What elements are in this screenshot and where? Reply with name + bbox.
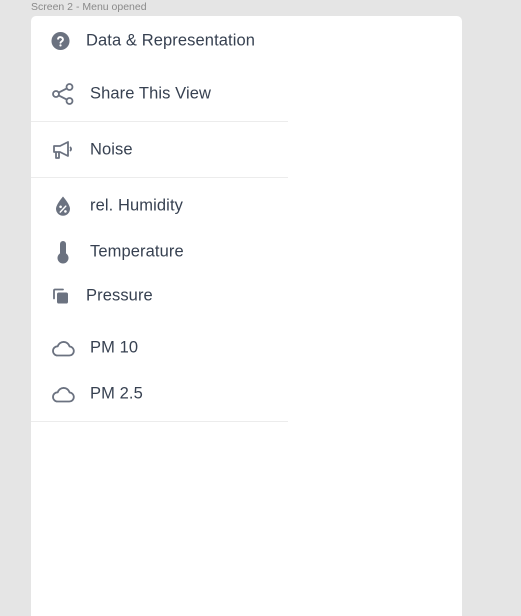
menu-item-share[interactable]: Share This View <box>31 76 288 112</box>
menu-item-label: PM 2.5 <box>90 384 143 403</box>
megaphone-icon <box>51 138 75 162</box>
menu-item-pm25[interactable]: PM 2.5 <box>31 376 288 412</box>
cloud-icon <box>51 338 75 358</box>
menu-divider <box>31 121 288 122</box>
menu-item-noise[interactable]: Noise <box>31 132 288 168</box>
menu-item-label: rel. Humidity <box>90 196 183 215</box>
menu-item-label: Noise <box>90 140 133 159</box>
frame-label: Screen 2 - Menu opened <box>31 1 147 13</box>
pressure-icon <box>52 288 69 305</box>
menu-item-data-representation[interactable]: Data & Representation <box>31 23 288 59</box>
menu-item-humidity[interactable]: rel. Humidity <box>31 188 288 224</box>
humidity-drop-icon <box>55 196 71 217</box>
menu-item-label: Share This View <box>90 84 212 103</box>
menu-item-label: Temperature <box>90 242 184 261</box>
cloud-icon <box>51 384 75 404</box>
menu-item-label: PM 10 <box>90 338 139 357</box>
menu-item-pm10[interactable]: PM 10 <box>31 330 288 366</box>
thermometer-icon <box>56 240 70 264</box>
menu-item-temperature[interactable]: Temperature <box>31 234 288 270</box>
question-circle-icon <box>51 31 70 51</box>
menu-divider <box>31 177 288 178</box>
share-icon <box>51 82 75 106</box>
menu-panel: Data & Representation Share This View No… <box>31 16 462 616</box>
menu-item-label: Pressure <box>86 286 153 305</box>
menu-divider <box>31 421 288 422</box>
menu-item-label: Data & Representation <box>86 31 256 50</box>
menu-item-pressure[interactable]: Pressure <box>31 278 288 314</box>
